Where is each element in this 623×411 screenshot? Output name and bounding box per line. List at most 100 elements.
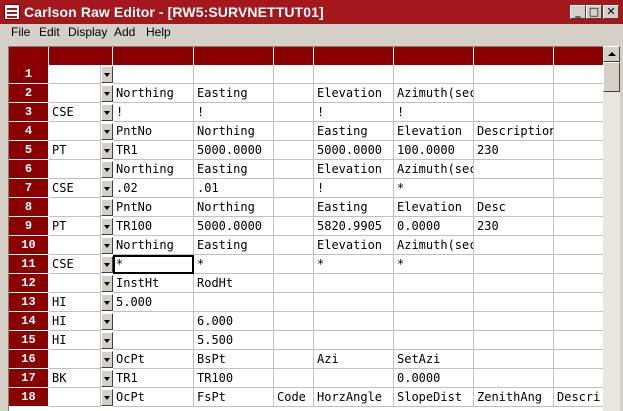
- grid-cell[interactable]: *: [194, 255, 274, 274]
- grid-cell[interactable]: Easting: [194, 160, 274, 179]
- row-number[interactable]: 2: [9, 84, 49, 103]
- record-type-dropdown-icon[interactable]: [101, 142, 113, 159]
- record-type-dropdown-icon[interactable]: [101, 180, 113, 197]
- grid-cell[interactable]: [554, 331, 603, 350]
- grid-cell[interactable]: [554, 293, 603, 312]
- table-row[interactable]: 5 PT TR1 5000.0000 5000.0000 100.0000 230: [9, 141, 603, 160]
- row-number[interactable]: 15: [9, 331, 49, 350]
- grid-cell[interactable]: [474, 369, 554, 388]
- record-type-dropdown-icon[interactable]: [101, 313, 113, 330]
- table-row[interactable]: 16 OcPt BsPt Azi SetAzi: [9, 350, 603, 369]
- record-type-cell[interactable]: [49, 388, 101, 407]
- grid-cell[interactable]: SetAzi: [394, 350, 474, 369]
- grid-cell[interactable]: [274, 350, 314, 369]
- record-type-dropdown-icon[interactable]: [101, 161, 113, 178]
- row-number[interactable]: 11: [9, 255, 49, 274]
- grid-cell[interactable]: Easting: [314, 122, 394, 141]
- app-icon[interactable]: [4, 4, 20, 20]
- grid-cell[interactable]: [274, 84, 314, 103]
- column-header[interactable]: [49, 47, 113, 65]
- record-type-cell[interactable]: [49, 236, 101, 255]
- grid-cell[interactable]: [474, 255, 554, 274]
- grid-cell[interactable]: [314, 65, 394, 84]
- grid-cell[interactable]: *: [314, 255, 394, 274]
- grid-cell[interactable]: .01: [194, 179, 274, 198]
- record-type-cell[interactable]: [49, 84, 101, 103]
- row-number[interactable]: 8: [9, 198, 49, 217]
- row-number[interactable]: 5: [9, 141, 49, 160]
- grid-cell[interactable]: [274, 236, 314, 255]
- grid-cell[interactable]: [274, 312, 314, 331]
- grid-cell[interactable]: [554, 236, 603, 255]
- grid-cell[interactable]: 5.000: [113, 293, 194, 312]
- grid-cell[interactable]: 5000.0000: [194, 141, 274, 160]
- grid-cell[interactable]: [314, 293, 394, 312]
- grid-cell[interactable]: [274, 293, 314, 312]
- record-type-cell[interactable]: CSE: [49, 103, 101, 122]
- header-corner[interactable]: [9, 47, 49, 65]
- grid-cell[interactable]: Northing: [113, 160, 194, 179]
- grid-cell[interactable]: 5.500: [194, 331, 274, 350]
- grid-cell[interactable]: OcPt: [113, 388, 194, 407]
- grid-cell[interactable]: [113, 312, 194, 331]
- menu-display[interactable]: Display: [68, 25, 107, 39]
- column-header[interactable]: [274, 47, 314, 65]
- record-type-cell[interactable]: CSE: [49, 255, 101, 274]
- table-row[interactable]: 12 InstHt RodHt: [9, 274, 603, 293]
- record-type-cell[interactable]: HI: [49, 293, 101, 312]
- record-type-dropdown-icon[interactable]: [101, 351, 113, 368]
- table-row[interactable]: 2 NorthingEasting ElevationAzimuth(sec): [9, 84, 603, 103]
- grid-cell[interactable]: [554, 103, 603, 122]
- grid-cell[interactable]: *: [113, 255, 194, 274]
- grid-cell[interactable]: Easting: [194, 84, 274, 103]
- row-number[interactable]: 18: [9, 388, 49, 407]
- grid-cell[interactable]: [554, 255, 603, 274]
- row-number[interactable]: 13: [9, 293, 49, 312]
- grid-cell[interactable]: Northing: [113, 236, 194, 255]
- grid-cell[interactable]: [274, 331, 314, 350]
- grid-cell[interactable]: [394, 65, 474, 84]
- grid-cell[interactable]: Elevation: [314, 160, 394, 179]
- record-type-dropdown-icon[interactable]: [101, 218, 113, 235]
- grid-cell[interactable]: BsPt: [194, 350, 274, 369]
- grid-cell[interactable]: 5000.0000: [314, 141, 394, 160]
- record-type-dropdown-icon[interactable]: [101, 332, 113, 349]
- grid-cell[interactable]: [394, 312, 474, 331]
- grid-cell[interactable]: [314, 312, 394, 331]
- row-number[interactable]: 16: [9, 350, 49, 369]
- grid-cell[interactable]: [314, 331, 394, 350]
- grid-cell[interactable]: [274, 255, 314, 274]
- grid-cell[interactable]: [274, 217, 314, 236]
- grid-cell[interactable]: [474, 274, 554, 293]
- record-type-dropdown-icon[interactable]: [101, 123, 113, 140]
- grid-cell[interactable]: [474, 179, 554, 198]
- table-row[interactable]: 15 HI 5.500: [9, 331, 603, 350]
- row-number[interactable]: 1: [9, 65, 49, 84]
- table-row[interactable]: 10 NorthingEasting ElevationAzimuth(sec): [9, 236, 603, 255]
- grid-cell[interactable]: Easting: [194, 236, 274, 255]
- grid-cell[interactable]: [274, 179, 314, 198]
- record-type-dropdown-icon[interactable]: [101, 389, 113, 406]
- grid-cell[interactable]: [274, 369, 314, 388]
- table-row[interactable]: 4 PntNo Northing Easting Elevation Descriptio…: [9, 122, 603, 141]
- grid-cell[interactable]: Azimuth(sec): [394, 84, 474, 103]
- table-row[interactable]: 7 CSE .02.01! *: [9, 179, 603, 198]
- grid-cell[interactable]: 100.0000: [394, 141, 474, 160]
- grid-cell[interactable]: [394, 331, 474, 350]
- record-type-dropdown-icon[interactable]: [101, 85, 113, 102]
- close-button[interactable]: ✕: [603, 5, 619, 19]
- record-type-dropdown-icon[interactable]: [101, 275, 113, 292]
- grid-cell[interactable]: TR100: [113, 217, 194, 236]
- raw-data-grid[interactable]: 12NorthingEastingElevationAzimuth(sec)3C…: [8, 46, 603, 411]
- vertical-scrollbar[interactable]: [603, 46, 620, 411]
- grid-cell[interactable]: Elevation: [314, 236, 394, 255]
- table-row[interactable]: 3 CSE!!!!: [9, 103, 603, 122]
- record-type-dropdown-icon[interactable]: [101, 104, 113, 121]
- row-number[interactable]: 7: [9, 179, 49, 198]
- grid-cell[interactable]: [554, 84, 603, 103]
- grid-cell[interactable]: .02: [113, 179, 194, 198]
- grid-cell[interactable]: [274, 141, 314, 160]
- grid-cell[interactable]: Desc: [474, 198, 554, 217]
- grid-cell[interactable]: HorzAngle: [314, 388, 394, 407]
- grid-cell[interactable]: [554, 274, 603, 293]
